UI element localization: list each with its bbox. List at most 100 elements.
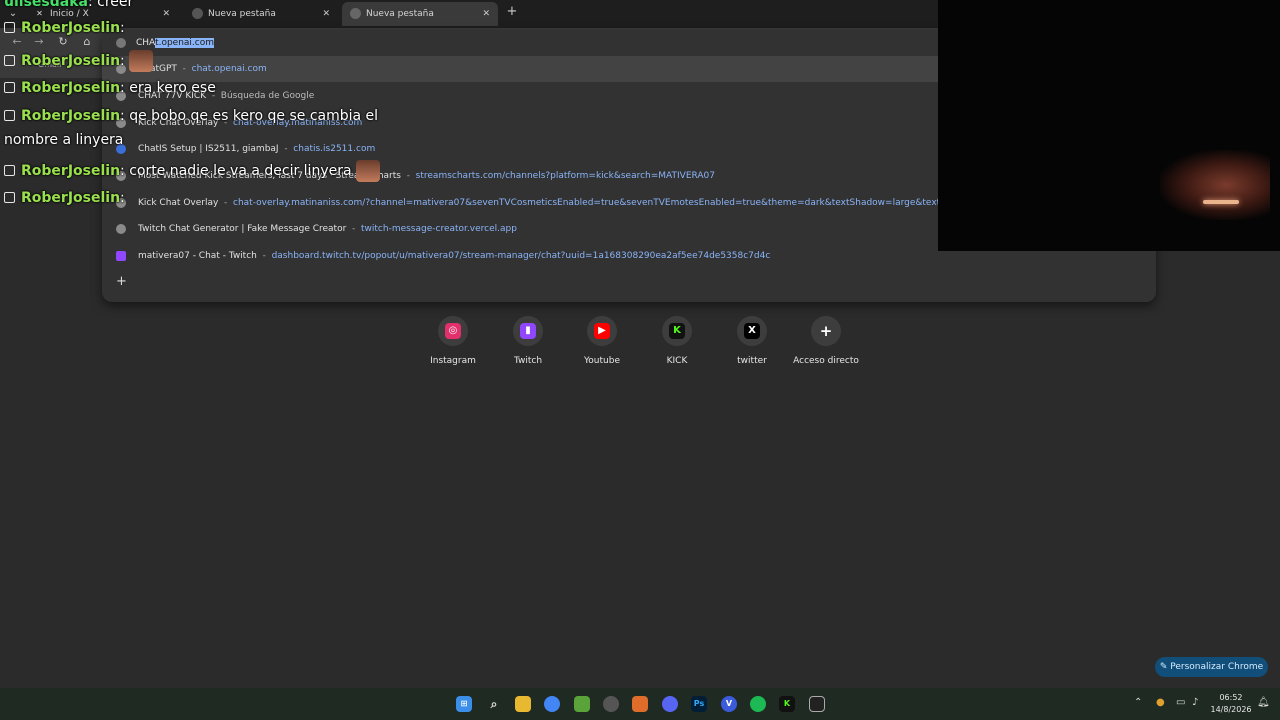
shortcut-circle: X xyxy=(737,316,767,346)
chrome-icon[interactable] xyxy=(544,696,560,712)
badge-icon xyxy=(4,22,15,33)
reload-icon[interactable]: ↻ xyxy=(56,35,70,48)
shortcut-instagram[interactable]: ◎ Instagram xyxy=(416,316,490,366)
chat-username: RoberJoselin xyxy=(21,163,121,179)
globe-icon xyxy=(116,224,126,234)
clock-time: 06:52 xyxy=(1219,693,1243,702)
shortcut-label: twitter xyxy=(737,356,767,366)
chat-message: RoberJoselin: xyxy=(4,190,125,206)
shortcut-label: Instagram xyxy=(430,356,476,366)
file-explorer-icon[interactable] xyxy=(515,696,531,712)
steam-icon[interactable] xyxy=(603,696,619,712)
badge-icon xyxy=(4,110,15,121)
instagram-icon: ◎ xyxy=(445,323,461,339)
tab-title: Nueva pestaña xyxy=(366,9,434,19)
close-tab-icon[interactable]: ✕ xyxy=(482,2,490,26)
windows-start-icon[interactable]: ⊞ xyxy=(456,696,472,712)
emote-image xyxy=(356,160,381,182)
chat-username: RoberJoselin xyxy=(21,20,121,36)
shortcut-add[interactable]: + Acceso directo xyxy=(789,316,863,366)
x-logo-icon: X xyxy=(744,323,760,339)
close-tab-icon[interactable]: ✕ xyxy=(162,2,170,26)
add-plus-icon[interactable]: + xyxy=(116,274,127,289)
suggestion-title: mativera07 - Chat - Twitch xyxy=(138,251,257,261)
back-arrow-icon[interactable]: ← xyxy=(10,35,24,48)
forward-arrow-icon[interactable]: → xyxy=(32,35,46,48)
autocomplete-text: t.openai.com xyxy=(155,38,215,48)
shortcut-twitter[interactable]: X twitter xyxy=(715,316,789,366)
shortcut-label: KICK xyxy=(666,356,688,366)
suggestion-url: twitch-message-creator.vercel.app xyxy=(361,224,517,234)
suggestion-url: chat-overlay.matinaniss.com/?channel=mat… xyxy=(233,198,1010,208)
close-tab-icon[interactable]: ✕ xyxy=(322,2,330,26)
new-tab-plus-icon[interactable]: + xyxy=(505,4,519,19)
chevron-up-icon[interactable]: ⌃ xyxy=(1134,697,1142,708)
chat-message: ulisesdaka: creer xyxy=(4,0,133,10)
badge-icon xyxy=(4,165,15,176)
badge-icon xyxy=(4,192,15,203)
customize-chrome-button[interactable]: ✎ Personalizar Chrome xyxy=(1155,657,1268,677)
chat-message: RoberJoselin: xyxy=(4,20,125,36)
chrome-icon xyxy=(350,8,361,19)
kick-app-icon[interactable]: K xyxy=(779,696,795,712)
chat-text: corte nadie le va a decir linyera xyxy=(124,163,352,179)
chat-message: RoberJoselin: xyxy=(4,50,154,72)
photoshop-icon[interactable]: Ps xyxy=(691,696,707,712)
chat-message: RoberJoselin: qe bobo qe es kero qe se c… xyxy=(4,108,378,124)
lamp-light xyxy=(1203,200,1239,204)
chat-separator: : xyxy=(120,53,125,69)
notification-bell-icon[interactable]: 🔔︎ xyxy=(1257,697,1270,708)
shortcut-circle: + xyxy=(811,316,841,346)
suggestion-title: Kick Chat Overlay xyxy=(138,198,219,208)
microphone-icon[interactable]: ● xyxy=(1156,697,1165,708)
shortcut-circle: ▮ xyxy=(513,316,543,346)
chat-username: RoberJoselin xyxy=(21,108,121,124)
chat-username: RoberJoselin xyxy=(21,80,121,96)
suggestion-title: ChatIS Setup | IS2511, giambaJ xyxy=(138,144,279,154)
chat-text: nombre a linyera xyxy=(4,132,124,148)
shortcut-twitch[interactable]: ▮ Twitch xyxy=(491,316,565,366)
chat-text: creer xyxy=(92,0,134,10)
spotify-icon[interactable] xyxy=(750,696,766,712)
minecraft-icon[interactable] xyxy=(574,696,590,712)
plus-icon: + xyxy=(819,322,833,340)
tab-title: Nueva pestaña xyxy=(208,9,276,19)
taskbar: ⊞ ⌕ Ps V K ⌃ ● ▭ ♪ 06:52 14/8/2026 🔔︎ xyxy=(0,688,1280,720)
tab-nueva-pestana-2[interactable]: Nueva pestaña ✕ xyxy=(342,2,498,26)
address-input[interactable]: CHAt.openai.com xyxy=(116,35,215,51)
chat-text: qe bobo qe es kero qe se cambia el xyxy=(124,108,379,124)
capcut-icon[interactable] xyxy=(809,696,825,712)
chat-separator: : xyxy=(120,190,125,206)
volume-icon[interactable]: ♪ xyxy=(1192,697,1198,708)
chat-separator: : xyxy=(120,20,125,36)
chrome-icon xyxy=(192,8,203,19)
chat-username: ulisesdaka xyxy=(4,0,88,10)
network-icon[interactable]: ▭ xyxy=(1176,697,1185,708)
suggestion-url: Búsqueda de Google xyxy=(220,91,315,101)
twitch-icon: ▮ xyxy=(520,323,536,339)
discord-icon[interactable] xyxy=(662,696,678,712)
home-icon[interactable]: ⌂ xyxy=(80,35,94,48)
system-clock[interactable]: 06:52 14/8/2026 xyxy=(1206,692,1256,716)
shortcut-label: Twitch xyxy=(513,356,543,366)
badge-icon xyxy=(4,82,15,93)
shortcut-label: Acceso directo xyxy=(793,356,859,366)
shortcut-circle: K xyxy=(662,316,692,346)
suggestion-url: chatis.is2511.com xyxy=(293,144,376,154)
shortcut-label: Youtube xyxy=(584,356,620,366)
webcam-overlay xyxy=(938,0,1280,251)
twitch-icon xyxy=(116,251,126,261)
search-icon[interactable]: ⌕ xyxy=(486,696,502,712)
shortcut-youtube[interactable]: ▶ Youtube xyxy=(565,316,639,366)
chat-message: RoberJoselin: corte nadie le va a decir … xyxy=(4,160,381,182)
fl-studio-icon[interactable] xyxy=(632,696,648,712)
suggestion-title: Twitch Chat Generator | Fake Message Cre… xyxy=(138,224,347,234)
kick-icon: K xyxy=(669,323,685,339)
customize-label: Personalizar Chrome xyxy=(1170,662,1264,672)
chat-message-continued: nombre a linyera xyxy=(4,132,123,148)
shortcut-circle: ◎ xyxy=(438,316,468,346)
vpn-icon[interactable]: V xyxy=(721,696,737,712)
shortcut-kick[interactable]: K KICK xyxy=(640,316,714,366)
tab-nueva-pestana-1[interactable]: Nueva pestaña ✕ xyxy=(184,2,338,26)
youtube-icon: ▶ xyxy=(594,323,610,339)
